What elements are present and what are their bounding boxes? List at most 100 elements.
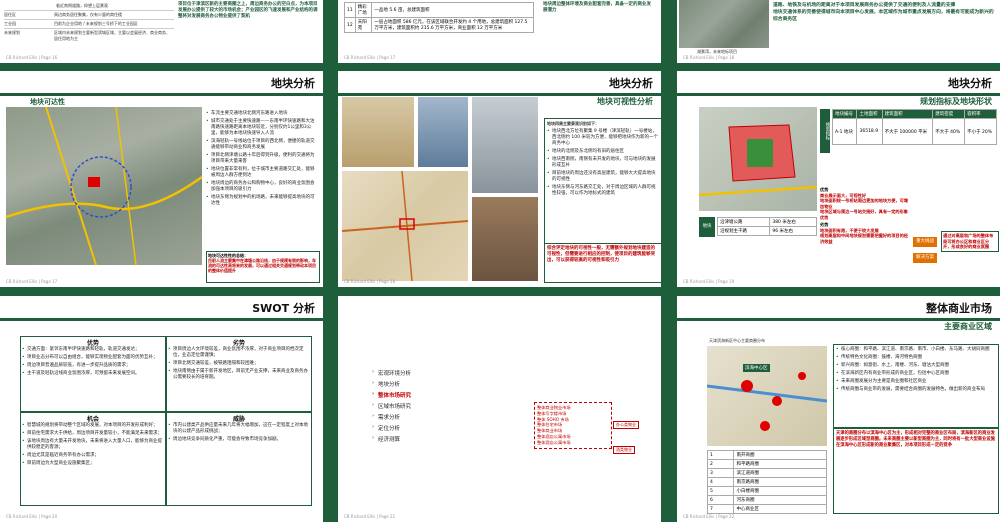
cell: 天阳苑 <box>354 17 373 33</box>
bullet: 地块南侧由于属于新开发地区，目前无产业支撑，未来商业及商务办公需要较长的培育期。 <box>168 369 310 381</box>
cell: 小白楼商圈 <box>733 486 827 496</box>
road-label: 地块 <box>699 217 715 237</box>
menu-item-site[interactable]: 地块分析 <box>372 380 492 388</box>
top-slide-1: 临近南侧道路，仰望上层景观 居住区 周边商务居住聚集，仅有少量的商住楼 工业园 目前… <box>0 0 323 63</box>
sub-item[interactable]: 整体酒店公寓市场 <box>537 440 609 446</box>
threat-list: 市内公建类产品供应量未来几年将大幅增加，这在一定程度上对本地块的公建产品形成挑战… <box>168 423 310 443</box>
cell: 南开商圈 <box>733 450 827 460</box>
bullet: 目前地块的周边还没有高层建筑，能够大大提高地块的可视性 <box>547 171 659 183</box>
threat-box: 威胁 市内公建类产品供应量未来几年将大幅增加，这在一定程度上对本地块的公建产品形… <box>166 412 312 506</box>
photo-building-1 <box>342 97 414 167</box>
header: 地块分析 <box>338 71 661 96</box>
menu-item-region[interactable]: 区域市场研究 <box>372 402 492 410</box>
menu-item-finance[interactable]: 经济测算 <box>372 435 492 443</box>
bullet: 地块西南侧，南侧有未开发的地块，可与地块的发展形成互补 <box>547 157 659 169</box>
weakness-title: 劣势 <box>232 340 245 347</box>
cell: A-1 地块 <box>831 118 858 145</box>
cell: 滨江道商圈 <box>733 468 827 478</box>
header-cell: 建筑面积 <box>881 109 934 119</box>
bullet: 项目周边人文环境较差，商业氛围不浓厚，对于商业项目的档次定位，业态定位需谨慎； <box>168 347 310 359</box>
notes: 道路、地铁及与机场的距离对于本项目发展商务办公提供了交通的便利及人流量的支撑 地… <box>773 2 995 23</box>
summary-box: 地块可达性性的总结： 目前人流主要集中在津塘公路沿线，由于规模有限的影响，车流的… <box>206 251 320 283</box>
bot-slide-3: 整体商业市场 主要商业区域 天津滨海新区中心主要商圈分布 滨海中心区 1 南开商圈… <box>677 296 1000 522</box>
commerce-overlay <box>706 372 828 431</box>
bullet: 地块的北侧及东北侧均有旧的居住区 <box>547 149 659 155</box>
header-cell: 容积率 <box>964 109 997 119</box>
cell: 2 <box>706 459 735 469</box>
cell: 一层占地面积 586 亿元，在该区域联合开发约 4 个用地，总建筑面积 127.… <box>371 17 534 33</box>
district-table: 1 南开商圈 2 和平路商圈 3 滨江道商圈 4 南京路商圈 5 小白楼商圈 6 河东商圈 … <box>706 450 827 514</box>
row-2-text: 目前为企业用地 / 未来规划三号桥下的工业园区 <box>54 21 138 26</box>
rows-table: 临近南侧道路，仰望上层景观 居住区 周边商务居住聚集，仅有少量的商住楼 工业园 目前… <box>4 2 174 43</box>
note-box: 天津的商圈分布以滨海中心区为主，形成相对完整的商业区布局，滨海新区的商业发展逐步… <box>833 428 999 514</box>
photo-building-4 <box>472 197 538 281</box>
mid-slide-3: 地块分析 规划指标及地块形状 规划指标 地块编号 土地面积 建筑面积 建筑密度 … <box>677 71 1000 287</box>
indicator-table: 地块编号 土地面积 建筑面积 建筑密度 容积率 A-1 地块 36518.9 不… <box>831 109 997 145</box>
slide-title: SWOT 分析 <box>252 302 315 315</box>
side-label: 规划指标 <box>820 109 830 153</box>
row-2: 工业园 目前为企业用地 / 未来规划三号桥下的工业园区 <box>4 20 174 29</box>
cell: 3 <box>706 468 735 478</box>
menu-item-macro[interactable]: 宏观环境分析 <box>372 369 492 377</box>
bullet: 目前住宅需求大于供给，周边项目开发量较小，不能满足未来需求； <box>22 431 164 437</box>
footer: CB Richard Ellis | Page 17 <box>344 55 396 60</box>
slide-title: 整体商业市场 <box>926 302 992 315</box>
strength-box: 优势 交通方面：紧邻东南半环快速路和轻轨，轨道交通发达； 项目业态分布可以自由组… <box>20 336 166 412</box>
bot-slide-2: 宏观环境分析 地块分析 整体市场研究 区域市场研究 需求分析 定位分析 经济测算… <box>338 296 661 522</box>
bullet: 地块西北方位有聚集 9 号楼（津滨轻轨）一号楼站，西北侧约 100 米较为方便，… <box>547 129 659 147</box>
cell: 11 <box>344 2 356 18</box>
slide-title: 地块分析 <box>609 77 653 90</box>
tag-hotel: 酒类物业 <box>613 446 635 454</box>
bullet: 项目北侧津塘公路十年后得到升级，便利的交通将为项目带来大量来客 <box>206 153 318 165</box>
cell: 不小于 20% <box>964 118 997 145</box>
bullet: 该地块周边有大量未开发地块，未来将进入大量人口，能够为商业提供较稳定的客源； <box>22 439 164 451</box>
menu-item-positioning[interactable]: 定位分析 <box>372 424 492 432</box>
footer: CB Richard Ellis | Page 17 <box>6 279 58 284</box>
bullet: 城市交通处于主要快速路——东南半环快速路和大沽南路快速路距离本地块较近，分别仅约… <box>206 119 318 137</box>
menu-item-demand[interactable]: 需求分析 <box>372 413 492 421</box>
cell: 6 <box>706 495 735 505</box>
bullet: 市内公建类产品供应量未来几年将大幅增加，这在一定程度上对本地块的公建产品形成挑战… <box>168 423 310 435</box>
street-overlay <box>341 170 469 282</box>
row-3-text: 区域内未来规划主要新型滨城区域，主要以会展经济、商业商务、居住用地为主 <box>54 30 170 41</box>
agenda-menu: 宏观环境分析 地块分析 整体市场研究 区域市场研究 需求分析 定位分析 经济测算 <box>372 366 492 446</box>
header-cell: 土地面积 <box>856 109 883 119</box>
slide-title: 地块分析 <box>948 77 992 90</box>
photo-building-3 <box>472 97 538 193</box>
table-row: A-1 地块 36518.9 不大于 100000 平米 不大于 40% 不小于… <box>831 118 997 145</box>
table-row: 2 和平路商圈 <box>706 459 827 469</box>
bullet: 目前周边为大型商业设施聚集区； <box>22 461 164 467</box>
table-row: 7 中心商业区 <box>706 504 827 514</box>
cell: 和平路商圈 <box>733 459 827 469</box>
row-0-text: 临近南侧道路，仰望上层景观 <box>56 3 108 8</box>
bullets: 车流主要交通地块北侧河东路进入地块 城市交通处于主要快速路——东南半环快速路和大… <box>206 111 318 209</box>
opportunity-box: 机会 智慧城的规划将带动整个区域的发展，对本项目的开发形成利好； 目前住宅需求大… <box>20 412 166 506</box>
bullet: 项目北侧交通较差，被铁路阻隔和较困难； <box>168 361 310 367</box>
menu-item-market[interactable]: 整体市场研究 <box>372 391 492 399</box>
project-table: 11 精彩广场 一品地 5.6 亩，总建筑面积 12 天阳苑 一层占地面积 58… <box>344 2 534 33</box>
cell: 沿津塘公路 <box>716 217 771 227</box>
footer: CB Richard Ellis | Page 19 <box>683 279 735 284</box>
bullet: 地块东侧与河东路交汇处，对于周边区域的人群可视性较强，可以作为地标式的建筑 <box>547 185 659 197</box>
slide-title: 地块分析 <box>271 77 315 90</box>
bullets-box: 核心商圈：和平路、滨江道、南京路、南市、小白楼、东马路、大胡同商圈 传统特色文化… <box>833 344 999 428</box>
bullet: 主干道及轻轨沿线商业氛围浓厚，可预留未来发展空间。 <box>22 371 164 377</box>
cell: 4 <box>706 477 735 487</box>
commerce-map: 滨海中心区 <box>706 346 828 446</box>
opportunity-title: 机会 <box>86 416 99 423</box>
road-table: 沿津塘公路 380 米左右 沿规划主干路 96 米左右 <box>716 217 817 236</box>
parcel-map <box>698 107 818 211</box>
weakness-list: 项目周边人文环境较差，商业氛围不浓厚，对于商业项目的档次定位，业态定位需谨慎； … <box>168 347 310 381</box>
table-row: 1 南开商圈 <box>706 450 827 460</box>
bullet: 地块东侧为规划中的机场路，未来能够提高地块的可达性 <box>206 195 318 207</box>
header: 地块分析 <box>0 71 323 96</box>
footer: CB Richard Ellis | Page 22 <box>683 514 735 519</box>
row-1-text: 周边商务居住聚集，仅有少量的商住楼 <box>54 12 122 17</box>
note-0: 道路、地铁及与机场的距离对于本项目发展商务办公提供了交通的便利及人流量的支撑 <box>773 3 956 8</box>
table-header: 地块编号 土地面积 建筑面积 建筑密度 容积率 <box>831 109 997 119</box>
footer: CB Richard Ellis | Page 20 <box>6 514 58 519</box>
bullet: 地块周边的商务办公和购物中心，良好的商业氛围会加强本项目的吸引力 <box>206 181 318 193</box>
strength-list: 交通方面：紧邻东南半环快速路和轻轨，轨道交通发达； 项目业态分布可以自由组合，能… <box>22 347 164 377</box>
cell: 96 米左右 <box>769 226 817 236</box>
cell: 7 <box>706 504 735 514</box>
